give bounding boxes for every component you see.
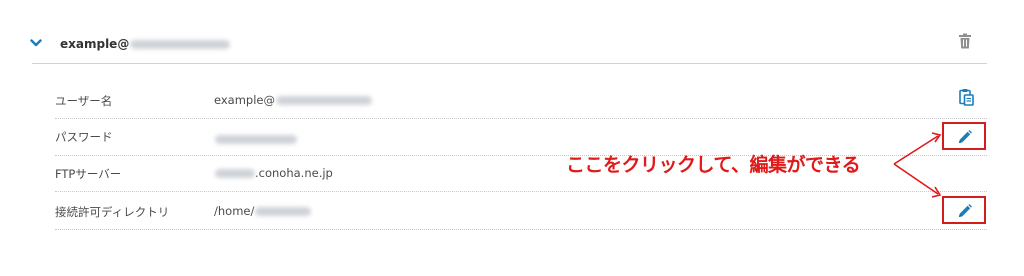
ftp-account-panel: example@ ユーザー名 example@ パスワード FTPサーバー .c…: [0, 0, 1024, 276]
allowed-dir-label: 接続許可ディレクトリ: [55, 205, 170, 219]
redacted-password: [215, 135, 297, 144]
trash-icon[interactable]: [958, 33, 972, 49]
pencil-icon: [959, 204, 972, 217]
account-email: example@: [60, 37, 231, 51]
clipboard-copy-icon[interactable]: [958, 88, 974, 106]
ftp-server-value: .conoha.ne.jp: [214, 166, 333, 180]
redacted-ftp-host: [215, 169, 255, 178]
ftp-server-label: FTPサーバー: [55, 167, 122, 181]
username-value: example@: [214, 93, 372, 107]
username-label: ユーザー名: [55, 94, 113, 108]
pencil-icon: [959, 130, 972, 143]
password-value: [214, 132, 297, 146]
redacted-username-domain: [276, 96, 372, 105]
redacted-domain: [130, 40, 231, 49]
detail-row-allowed-dir: 接続許可ディレクトリ /home/: [55, 193, 987, 229]
redacted-directory: [255, 207, 312, 216]
header-divider: [32, 63, 987, 64]
chevron-down-icon[interactable]: [30, 38, 42, 48]
annotation-arrows: [893, 132, 942, 198]
password-label: パスワード: [55, 130, 113, 144]
row-divider: [55, 229, 987, 230]
detail-row-username: ユーザー名 example@: [55, 82, 987, 118]
allowed-dir-value: /home/: [214, 204, 312, 218]
account-header[interactable]: example@: [0, 24, 1024, 64]
row-divider: [55, 191, 987, 192]
account-email-prefix: example@: [60, 37, 130, 51]
detail-row-password: パスワード: [55, 118, 987, 154]
annotation-text: ここをクリックして、編集ができる: [566, 154, 861, 176]
